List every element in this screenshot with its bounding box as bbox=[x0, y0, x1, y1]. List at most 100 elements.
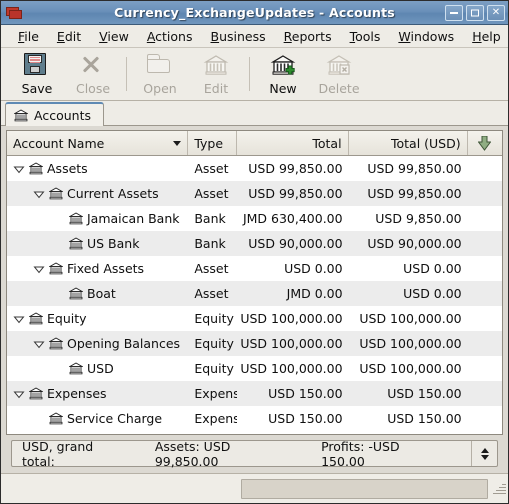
cell-total: USD 100,000.00 bbox=[237, 331, 348, 356]
menu-file[interactable]: File bbox=[9, 27, 48, 46]
menu-windows[interactable]: Windows bbox=[389, 27, 463, 46]
menu-edit-label: dit bbox=[64, 28, 82, 44]
table-row[interactable]: Opening Balances Equity USD 100,000.00 USD … bbox=[7, 331, 502, 356]
menu-reports[interactable]: Reports bbox=[275, 27, 341, 46]
table-row[interactable]: Current Assets Asset USD 99,850.00 USD 99,8… bbox=[7, 181, 502, 206]
cell-account-name[interactable]: Opening Balances bbox=[7, 331, 189, 356]
cell-total-usd: USD 9,850.00 bbox=[349, 206, 468, 231]
cell-spacer bbox=[468, 381, 502, 406]
table-row[interactable]: Boat Asset JMD 0.00 USD 0.00 bbox=[7, 281, 502, 306]
bank-icon bbox=[49, 262, 63, 275]
cell-spacer bbox=[468, 306, 502, 331]
table-row[interactable]: Expenses Expens USD 150.00 USD 150.00 bbox=[7, 381, 502, 406]
minimize-button[interactable] bbox=[445, 4, 463, 21]
resize-grip[interactable] bbox=[491, 481, 506, 496]
cell-total-usd: USD 90,000.00 bbox=[349, 231, 468, 256]
cell-total: USD 150.00 bbox=[237, 381, 348, 406]
table-row[interactable]: Equity Equity USD 100,000.00 USD 100,000.00 bbox=[7, 306, 502, 331]
table-row[interactable]: Jamaican Bank Bank JMD 630,400.00 USD 9,850… bbox=[7, 206, 502, 231]
bank-icon bbox=[69, 287, 83, 300]
column-header-total[interactable]: Total bbox=[237, 131, 349, 155]
cell-total: USD 90,000.00 bbox=[237, 231, 348, 256]
spin-up-down-icon[interactable] bbox=[471, 441, 497, 466]
column-header-type-label: Type bbox=[194, 135, 224, 151]
summary-profits: Profits: -USD 150.00 bbox=[321, 438, 400, 469]
gnucash-icon[interactable] bbox=[5, 4, 23, 22]
expander-triangle-icon[interactable] bbox=[13, 163, 25, 175]
expander-triangle-icon[interactable] bbox=[13, 313, 25, 325]
table-row[interactable]: Service Charge Expens USD 150.00 USD 150.00 bbox=[7, 406, 502, 431]
cell-type: Equity bbox=[188, 356, 237, 381]
cell-account-name[interactable]: Fixed Assets bbox=[7, 256, 189, 281]
new-button-label: New bbox=[269, 80, 297, 96]
table-body: Assets Asset USD 99,850.00 USD 99,850.00 Cur… bbox=[7, 156, 502, 434]
bank-icon bbox=[14, 108, 28, 122]
account-name-label: Equity bbox=[47, 311, 87, 326]
title-bar[interactable]: Currency_ExchangeUpdates - Accounts ✕ bbox=[1, 1, 508, 25]
cell-type-label: Bank bbox=[194, 211, 226, 226]
summary-assets: Assets: USD 99,850.00 bbox=[154, 438, 231, 469]
folder-open-icon bbox=[147, 53, 173, 79]
new-button[interactable]: New bbox=[255, 50, 311, 99]
cell-account-name[interactable]: Current Assets bbox=[7, 181, 189, 206]
cell-spacer bbox=[468, 281, 502, 306]
table-row[interactable]: USD Equity USD 100,000.00 USD 100,000.00 bbox=[7, 356, 502, 381]
cell-account-name[interactable]: Assets bbox=[7, 156, 189, 181]
bank-icon bbox=[49, 187, 63, 200]
cell-account-name[interactable]: USD bbox=[7, 356, 189, 381]
column-options-button[interactable] bbox=[468, 131, 502, 155]
expander-triangle-icon[interactable] bbox=[13, 388, 25, 400]
cell-total-usd: USD 100,000.00 bbox=[349, 356, 468, 381]
column-header-type[interactable]: Type bbox=[188, 131, 238, 155]
content-pane: Account Name Type Total Total (USD) Asse… bbox=[1, 126, 508, 473]
cell-account-name[interactable]: Boat bbox=[7, 281, 189, 306]
close-button-label: Close bbox=[75, 80, 111, 96]
bank-icon bbox=[29, 312, 43, 325]
menu-actions[interactable]: Actions bbox=[138, 27, 202, 46]
expander-triangle-icon[interactable] bbox=[33, 338, 45, 350]
cell-total-usd-label: USD 90,000.00 bbox=[367, 236, 462, 251]
cell-type-label: Asset bbox=[194, 186, 229, 201]
delete-button[interactable]: Delete bbox=[311, 50, 367, 99]
expander-triangle-icon[interactable] bbox=[33, 188, 45, 200]
cell-account-name[interactable]: Jamaican Bank bbox=[7, 206, 189, 231]
cell-total-usd-label: USD 0.00 bbox=[403, 261, 462, 276]
cell-total-label: USD 90,000.00 bbox=[248, 236, 343, 251]
close-button-toolbar[interactable]: Close bbox=[65, 50, 121, 99]
cell-account-name[interactable]: US Bank bbox=[7, 231, 189, 256]
menu-tools[interactable]: Tools bbox=[341, 27, 390, 46]
close-x-icon bbox=[80, 53, 106, 79]
open-button[interactable]: Open bbox=[132, 50, 188, 99]
expander-triangle-icon[interactable] bbox=[33, 263, 45, 275]
edit-button[interactable]: Edit bbox=[188, 50, 244, 99]
cell-type-label: Bank bbox=[194, 236, 226, 251]
summary-currency-label: USD, grand total: bbox=[22, 438, 94, 469]
cell-account-name[interactable]: Equity bbox=[7, 306, 189, 331]
table-row[interactable]: US Bank Bank USD 90,000.00 USD 90,000.00 bbox=[7, 231, 502, 256]
cell-type: Asset bbox=[188, 281, 237, 306]
save-button[interactable]: Save bbox=[9, 50, 65, 99]
menu-business[interactable]: Business bbox=[202, 27, 275, 46]
table-row[interactable]: Fixed Assets Asset USD 0.00 USD 0.00 bbox=[7, 256, 502, 281]
maximize-button[interactable] bbox=[466, 4, 484, 21]
column-header-total-usd[interactable]: Total (USD) bbox=[349, 131, 468, 155]
cell-account-name[interactable]: Expenses bbox=[7, 381, 189, 406]
account-name-label: Assets bbox=[47, 161, 88, 176]
cell-account-name[interactable]: Service Charge bbox=[7, 406, 189, 431]
toolbar-separator-2 bbox=[249, 57, 250, 91]
column-header-account-name[interactable]: Account Name bbox=[7, 131, 189, 155]
cell-total: JMD 0.00 bbox=[237, 281, 348, 306]
cell-total-usd-label: USD 9,850.00 bbox=[375, 211, 462, 226]
menu-view[interactable]: View bbox=[90, 27, 138, 46]
cell-total-label: USD 0.00 bbox=[284, 261, 343, 276]
table-row[interactable]: Assets Asset USD 99,850.00 USD 99,850.00 bbox=[7, 156, 502, 181]
menu-help[interactable]: Help bbox=[463, 27, 509, 46]
tab-accounts[interactable]: Accounts bbox=[5, 102, 104, 126]
menu-edit[interactable]: Edit bbox=[48, 27, 90, 46]
accounts-tree: Account Name Type Total Total (USD) Asse… bbox=[6, 130, 503, 435]
close-button[interactable]: ✕ bbox=[487, 4, 505, 21]
